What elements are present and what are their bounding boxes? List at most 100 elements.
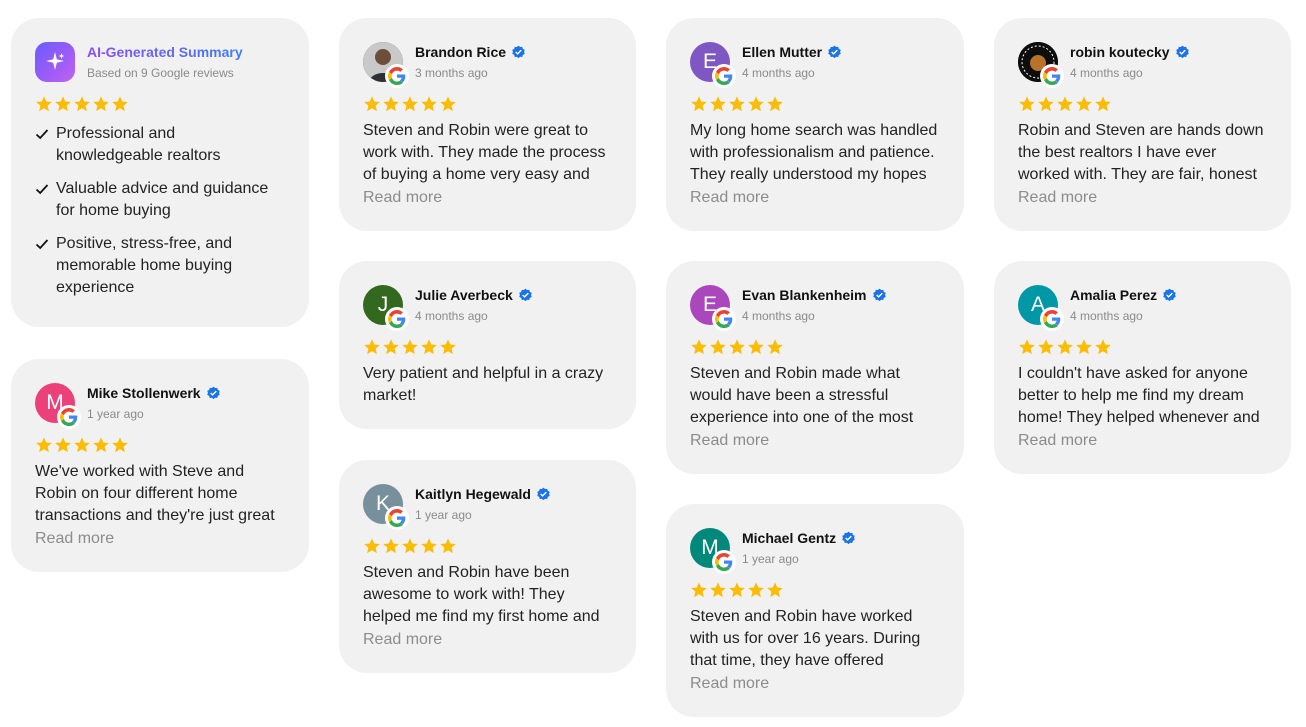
read-more-link[interactable]: Read more bbox=[1018, 187, 1267, 209]
reviewer-name-row: Brandon Rice bbox=[415, 44, 526, 60]
review-header: robin koutecky 4 months ago bbox=[1018, 42, 1267, 88]
reviewer-name-row: Michael Gentz bbox=[742, 530, 856, 546]
avatar[interactable]: E bbox=[690, 285, 736, 331]
avatar[interactable] bbox=[363, 42, 409, 88]
reviewer-name[interactable]: Julie Averbeck bbox=[415, 287, 513, 303]
reviewer-meta: Amalia Perez 4 months ago bbox=[1070, 287, 1177, 323]
reviewer-name-row: Kaitlyn Hegewald bbox=[415, 486, 551, 502]
review-time: 3 months ago bbox=[415, 66, 488, 80]
review-header: Brandon Rice 3 months ago bbox=[363, 42, 612, 88]
star-icon bbox=[728, 95, 746, 115]
star-icon bbox=[1075, 338, 1093, 358]
star-icon bbox=[73, 436, 91, 456]
star-icon bbox=[709, 581, 727, 601]
review-text: Steven and Robin were great to work with… bbox=[363, 122, 606, 183]
star-icon bbox=[690, 338, 708, 358]
avatar[interactable] bbox=[1018, 42, 1064, 88]
star-rating bbox=[690, 581, 940, 601]
review-card: A Amalia Perez 4 months ago I couldn't have… bbox=[994, 261, 1291, 474]
reviewer-name[interactable]: Michael Gentz bbox=[742, 530, 836, 546]
reviewer-name[interactable]: Ellen Mutter bbox=[742, 44, 822, 60]
star-icon bbox=[1037, 338, 1055, 358]
star-icon bbox=[1056, 95, 1074, 115]
review-header: E Ellen Mutter 4 months ago bbox=[690, 42, 940, 88]
avatar[interactable]: K bbox=[363, 484, 409, 530]
ai-summary-card: AI-Generated Summary Based on 9 Google r… bbox=[11, 18, 309, 327]
read-more-link[interactable]: Read more bbox=[1018, 430, 1267, 452]
verified-icon bbox=[1162, 288, 1177, 303]
check-icon bbox=[35, 178, 56, 222]
reviewer-name[interactable]: robin koutecky bbox=[1070, 44, 1170, 60]
ai-summary-meta: AI-Generated Summary Based on 9 Google r… bbox=[87, 44, 243, 80]
reviewer-meta: robin koutecky 4 months ago bbox=[1070, 44, 1190, 80]
read-more-link[interactable]: Read more bbox=[363, 187, 612, 209]
review-time: 4 months ago bbox=[1070, 309, 1143, 323]
star-icon bbox=[1018, 338, 1036, 358]
review-card: K Kaitlyn Hegewald 1 year ago Steven and Ro… bbox=[339, 460, 636, 673]
review-text: Steven and Robin made what would have be… bbox=[690, 365, 914, 426]
summary-point-text: Valuable advice and guidance for home bu… bbox=[56, 180, 269, 219]
check-icon bbox=[35, 233, 56, 299]
review-text: Steven and Robin have been awesome to wo… bbox=[363, 564, 600, 625]
read-more-link[interactable]: Read more bbox=[690, 187, 940, 209]
avatar[interactable]: A bbox=[1018, 285, 1064, 331]
star-icon bbox=[420, 95, 438, 115]
star-icon bbox=[420, 537, 438, 557]
read-more-link[interactable]: Read more bbox=[690, 673, 940, 695]
avatar[interactable]: J bbox=[363, 285, 409, 331]
star-icon bbox=[690, 95, 708, 115]
star-icon bbox=[1056, 338, 1074, 358]
verified-icon bbox=[872, 288, 887, 303]
star-icon bbox=[747, 338, 765, 358]
star-rating bbox=[363, 338, 612, 358]
star-icon bbox=[766, 338, 784, 358]
read-more-link[interactable]: Read more bbox=[363, 629, 612, 651]
reviewer-name[interactable]: Brandon Rice bbox=[415, 44, 506, 60]
summary-point-text: Positive, stress-free, and memorable hom… bbox=[56, 235, 233, 296]
reviewer-name[interactable]: Mike Stollenwerk bbox=[87, 385, 201, 401]
reviewer-name-row: Ellen Mutter bbox=[742, 44, 842, 60]
reviewer-name-row: Julie Averbeck bbox=[415, 287, 533, 303]
reviewer-name[interactable]: Evan Blankenheim bbox=[742, 287, 867, 303]
review-card: E Ellen Mutter 4 months ago My long home se… bbox=[666, 18, 964, 231]
star-icon bbox=[747, 581, 765, 601]
reviewer-meta: Brandon Rice 3 months ago bbox=[415, 44, 526, 80]
google-icon bbox=[385, 64, 409, 88]
verified-icon bbox=[536, 487, 551, 502]
review-card: robin koutecky 4 months ago Robin and Stev… bbox=[994, 18, 1291, 231]
avatar[interactable]: M bbox=[690, 528, 736, 574]
avatar[interactable]: E bbox=[690, 42, 736, 88]
reviewer-name-row: robin koutecky bbox=[1070, 44, 1190, 60]
verified-icon bbox=[511, 45, 526, 60]
reviewer-name-row: Evan Blankenheim bbox=[742, 287, 887, 303]
reviewer-name-row: Amalia Perez bbox=[1070, 287, 1177, 303]
ai-summary-title: AI-Generated Summary bbox=[87, 44, 243, 60]
google-icon bbox=[57, 405, 81, 429]
reviewer-name[interactable]: Kaitlyn Hegewald bbox=[415, 486, 531, 502]
google-icon bbox=[1040, 307, 1064, 331]
verified-icon bbox=[518, 288, 533, 303]
star-icon bbox=[766, 95, 784, 115]
star-icon bbox=[54, 436, 72, 456]
reviewer-meta: Ellen Mutter 4 months ago bbox=[742, 44, 842, 80]
summary-point-text: Professional and knowledgeable realtors bbox=[56, 125, 221, 164]
summary-point: Positive, stress-free, and memorable hom… bbox=[35, 233, 285, 299]
star-icon bbox=[420, 338, 438, 358]
avatar[interactable]: M bbox=[35, 383, 81, 429]
read-more-link[interactable]: Read more bbox=[690, 430, 940, 452]
star-icon bbox=[401, 338, 419, 358]
ai-summary-header: AI-Generated Summary Based on 9 Google r… bbox=[35, 42, 285, 82]
review-text: Steven and Robin have worked with us for… bbox=[690, 608, 921, 669]
star-icon bbox=[1094, 338, 1112, 358]
read-more-link[interactable]: Read more bbox=[35, 528, 285, 550]
star-icon bbox=[1094, 95, 1112, 115]
google-icon bbox=[712, 307, 736, 331]
star-rating bbox=[1018, 95, 1267, 115]
star-icon bbox=[728, 581, 746, 601]
verified-icon bbox=[841, 531, 856, 546]
star-icon bbox=[401, 537, 419, 557]
reviewer-name[interactable]: Amalia Perez bbox=[1070, 287, 1157, 303]
reviewer-meta: Kaitlyn Hegewald 1 year ago bbox=[415, 486, 551, 522]
star-rating bbox=[1018, 338, 1267, 358]
star-icon bbox=[54, 95, 72, 115]
